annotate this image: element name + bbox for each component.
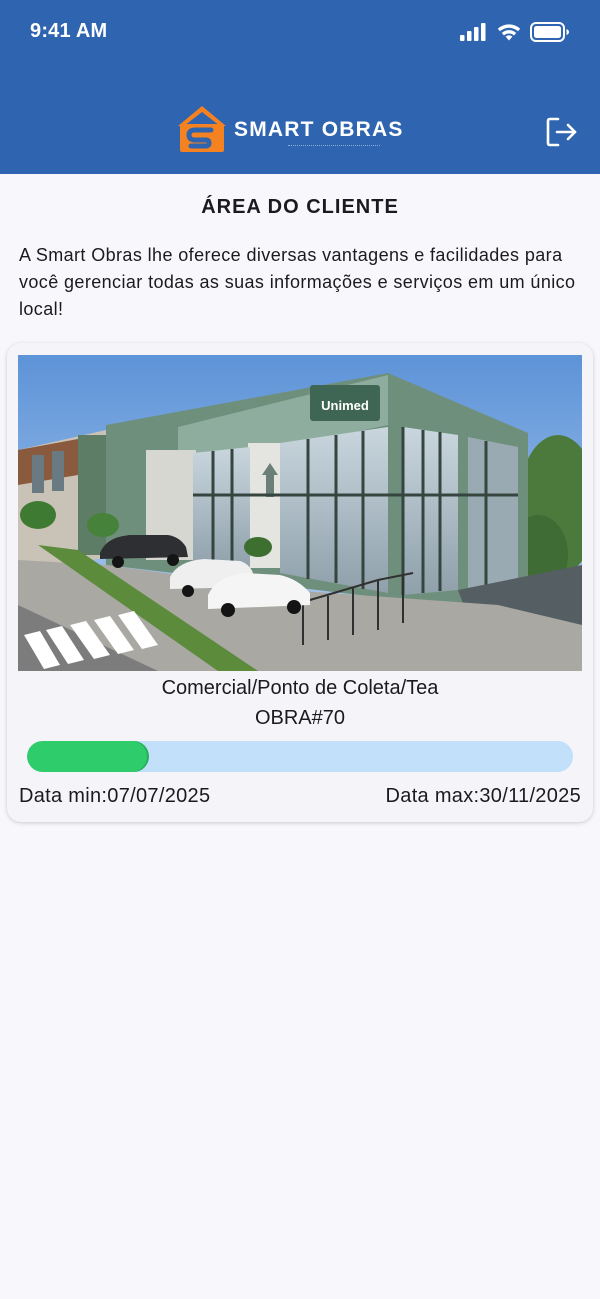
project-code: OBRA#70	[254, 707, 346, 729]
date-min: Data min:07/07/2025	[19, 783, 210, 809]
logout-icon	[546, 117, 577, 147]
cellular-signal-icon	[460, 23, 486, 41]
date-min-value: 07/07/2025	[107, 785, 211, 807]
logout-button[interactable]	[545, 115, 579, 149]
intro-text: A Smart Obras lhe oferece diversas vanta…	[19, 245, 576, 319]
date-max: Data max:30/11/2025	[386, 783, 581, 809]
status-bar-time: 9:41 AM	[30, 20, 108, 42]
brand-name: SMART OBRAS	[234, 118, 404, 141]
house-logo-icon	[178, 106, 226, 152]
building-sign: Unimed	[321, 398, 369, 413]
date-min-label: Data min:	[19, 785, 108, 807]
battery-icon	[530, 22, 569, 42]
status-bar-icons	[460, 20, 570, 44]
project-image: Unimed	[18, 355, 582, 671]
progress-fill	[27, 741, 148, 772]
app-header: 9:41 AM SMART OBRAS	[0, 0, 600, 174]
brand-underline	[288, 145, 380, 149]
page-title: ÁREA DO CLIENTE	[201, 196, 399, 218]
date-max-label: Data max:	[385, 785, 480, 807]
wifi-icon	[497, 23, 521, 40]
date-max-value: 30/11/2025	[479, 785, 581, 807]
brand-logo: SMART OBRAS	[176, 100, 436, 156]
progress-bar	[27, 741, 573, 772]
project-name: Comercial/Ponto de Coleta/Tea	[161, 677, 439, 699]
project-card[interactable]: Unimed Comercial/Ponto de Coleta/Tea OBR…	[7, 343, 593, 822]
